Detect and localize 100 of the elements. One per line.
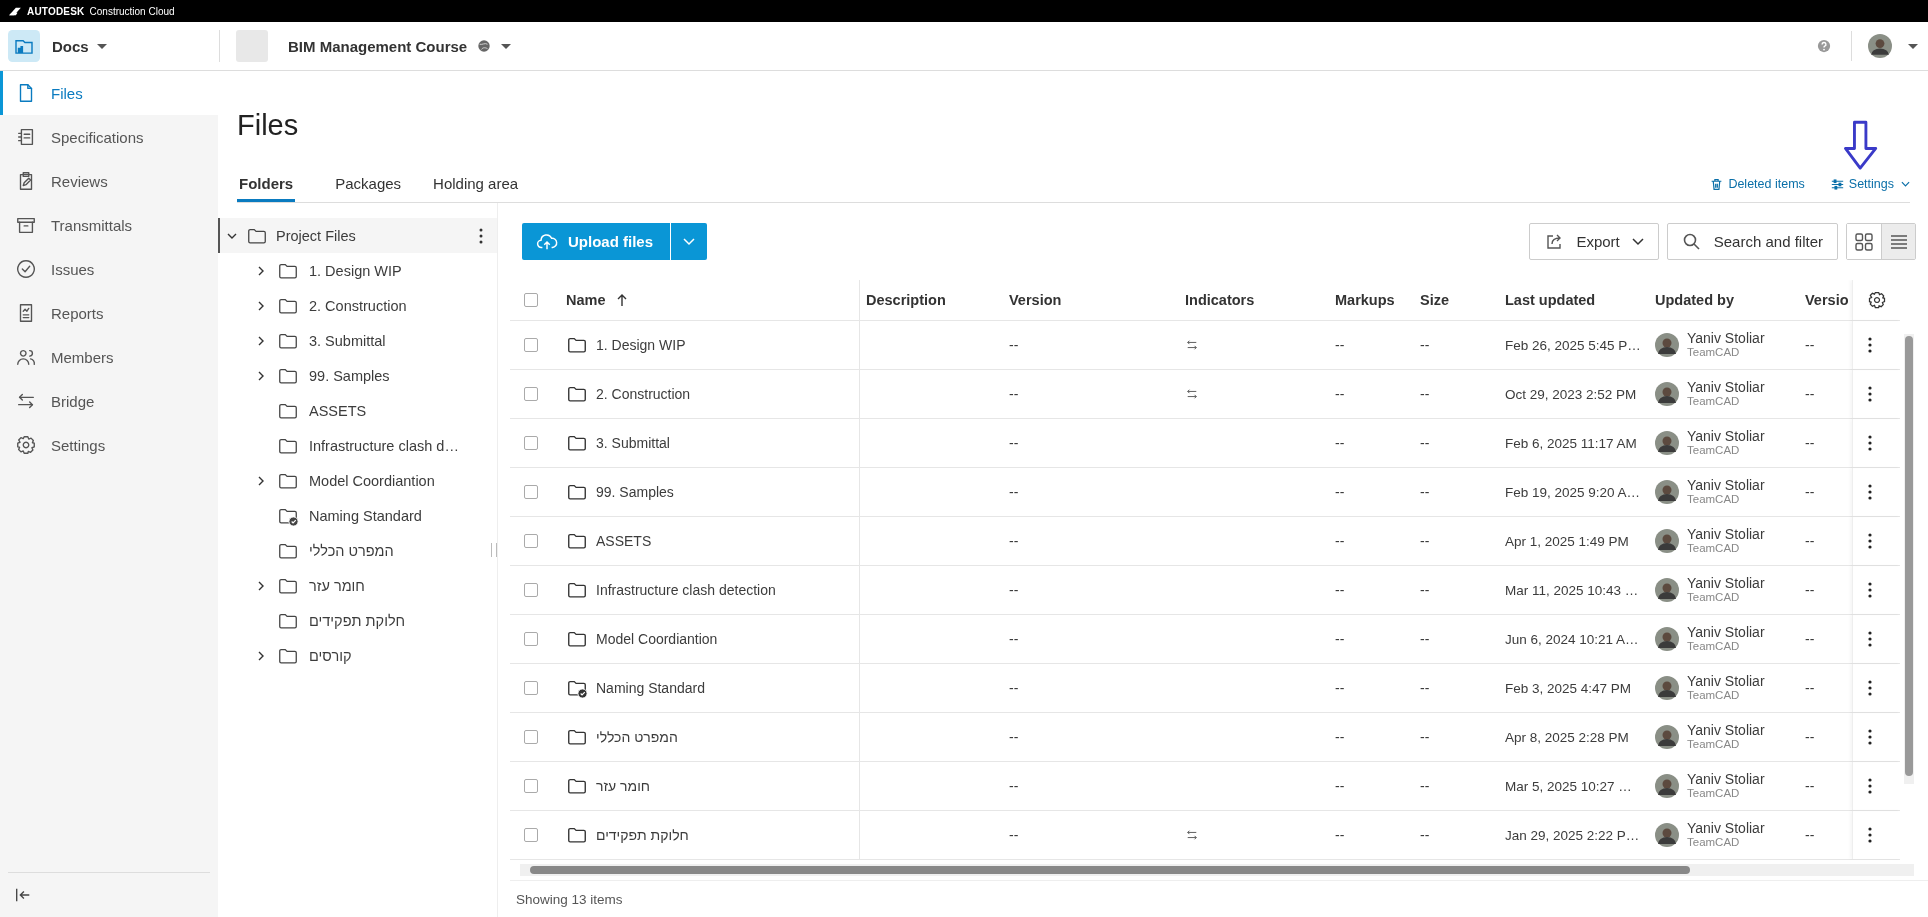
user-avatar <box>1655 431 1679 455</box>
file-name[interactable]: 99. Samples <box>596 484 674 500</box>
column-header[interactable]: Versio <box>1805 292 1849 308</box>
search-filter-button[interactable]: Search and filter <box>1666 223 1838 260</box>
sidebar-item[interactable]: Reviews <box>0 159 218 203</box>
row-checkbox[interactable] <box>524 485 538 499</box>
deleted-items-link[interactable]: Deleted items <box>1710 177 1805 191</box>
product-name: Construction Cloud <box>89 5 175 17</box>
tree-item[interactable]: ASSETS <box>309 402 367 419</box>
more-icon[interactable] <box>1867 484 1872 500</box>
project-name[interactable]: BIM Management Course <box>288 37 468 55</box>
select-all-checkbox[interactable] <box>524 293 538 307</box>
file-name[interactable]: ASSETS <box>596 533 652 549</box>
file-name[interactable]: 1. Design WIP <box>596 337 686 353</box>
more-icon[interactable] <box>1867 631 1872 647</box>
table-cell: -- <box>1805 631 1815 647</box>
table-cell: Apr 8, 2025 2:28 PM <box>1505 729 1629 745</box>
row-checkbox[interactable] <box>524 387 538 401</box>
table-cell: Oct 29, 2023 2:52 PM <box>1505 386 1637 402</box>
row-checkbox[interactable] <box>524 338 538 352</box>
column-header[interactable]: Indicators <box>1185 292 1255 308</box>
tree-item[interactable]: 3. Submittal <box>309 332 386 349</box>
column-header[interactable]: Version <box>1009 292 1062 308</box>
more-icon[interactable] <box>1867 827 1872 843</box>
globe-icon <box>477 39 492 53</box>
docs-icon[interactable] <box>8 30 40 62</box>
settings-dropdown[interactable]: Settings <box>1830 177 1910 191</box>
more-icon[interactable] <box>1867 337 1872 353</box>
sidebar-item[interactable]: Reports <box>0 291 218 335</box>
file-name[interactable]: חלוקת תפקידים <box>596 827 689 843</box>
caret-icon <box>96 43 107 49</box>
tree-item[interactable]: 1. Design WIP <box>309 262 402 279</box>
table-cell: -- <box>1420 680 1430 696</box>
more-icon[interactable] <box>1867 729 1872 745</box>
settings-icon[interactable] <box>1866 290 1887 310</box>
file-name[interactable]: Infrastructure clash detection <box>596 582 776 598</box>
row-checkbox[interactable] <box>524 583 538 597</box>
more-icon[interactable] <box>1867 386 1872 402</box>
sidebar-item[interactable]: Transmittals <box>0 203 218 247</box>
sidebar-item[interactable]: Members <box>0 335 218 379</box>
column-header[interactable]: Description <box>866 292 946 308</box>
vertical-scrollbar[interactable] <box>1904 334 1914 784</box>
tab[interactable]: Packages <box>323 160 414 202</box>
user-avatar <box>1655 627 1679 651</box>
help-icon[interactable] <box>1817 39 1831 53</box>
file-name[interactable]: Naming Standard <box>596 680 705 696</box>
tab[interactable]: Folders <box>237 160 296 202</box>
row-checkbox[interactable] <box>524 436 538 450</box>
more-icon[interactable] <box>1867 778 1872 794</box>
column-header[interactable]: Size <box>1420 292 1449 308</box>
table-cell: Jun 6, 2024 10:21 A… <box>1505 631 1639 647</box>
file-name[interactable]: חומר עזר <box>596 778 650 794</box>
file-name[interactable]: המפרט הכללי <box>596 729 678 745</box>
tree-item[interactable]: חלוקת תפקידים <box>309 612 406 629</box>
column-header[interactable]: Last updated <box>1505 292 1596 308</box>
file-name[interactable]: 2. Construction <box>596 386 691 402</box>
tree-item[interactable]: Model Coordiantion <box>309 472 435 489</box>
table-cell: -- <box>1420 582 1430 598</box>
list-view-button[interactable] <box>1881 224 1915 259</box>
more-icon[interactable] <box>1867 680 1872 696</box>
more-icon[interactable] <box>479 227 483 244</box>
column-header[interactable]: Updated by <box>1655 292 1734 308</box>
caret-icon[interactable] <box>1908 43 1918 49</box>
company-name: TeamCAD <box>1687 836 1741 850</box>
caret-icon[interactable] <box>501 43 512 49</box>
row-checkbox[interactable] <box>524 632 538 646</box>
sidebar-item[interactable]: Files <box>0 71 218 115</box>
sidebar-item[interactable]: Issues <box>0 247 218 291</box>
module-dropdown[interactable]: Docs <box>52 37 107 55</box>
horizontal-scrollbar[interactable] <box>520 864 1914 876</box>
user-name: Yaniv Stoliar <box>1687 820 1765 837</box>
row-checkbox[interactable] <box>524 681 538 695</box>
tree-item[interactable]: קורסים <box>309 647 352 664</box>
more-icon[interactable] <box>1867 582 1872 598</box>
row-checkbox[interactable] <box>524 779 538 793</box>
sidebar-item[interactable]: Specifications <box>0 115 218 159</box>
tree-item[interactable]: 2. Construction <box>309 297 407 314</box>
tab[interactable]: Holding area <box>421 160 531 202</box>
row-checkbox[interactable] <box>524 828 538 842</box>
collapse-icon[interactable] <box>14 886 32 904</box>
tree-item[interactable]: המפרט הכללי <box>309 542 394 559</box>
company-name: TeamCAD <box>1687 640 1741 654</box>
user-avatar[interactable] <box>1868 34 1892 58</box>
tree-item[interactable]: חומר עזר <box>309 577 365 594</box>
column-header[interactable]: Markups <box>1335 292 1395 308</box>
sidebar-item[interactable]: Bridge <box>0 379 218 423</box>
export-button[interactable]: Export <box>1529 223 1659 260</box>
more-icon[interactable] <box>1867 533 1872 549</box>
tree-item[interactable]: Infrastructure clash d… <box>309 437 459 454</box>
sidebar-item[interactable]: Settings <box>0 423 218 467</box>
file-name[interactable]: 3. Submittal <box>596 435 670 451</box>
tree-item[interactable]: 99. Samples <box>309 367 390 384</box>
file-name[interactable]: Model Coordiantion <box>596 631 718 647</box>
resize-handle[interactable] <box>491 543 497 557</box>
row-checkbox[interactable] <box>524 534 538 548</box>
column-header[interactable]: Name <box>566 292 606 308</box>
table-cell: -- <box>1335 631 1345 647</box>
row-checkbox[interactable] <box>524 730 538 744</box>
more-icon[interactable] <box>1867 435 1872 451</box>
tree-item[interactable]: Naming Standard <box>309 507 422 524</box>
